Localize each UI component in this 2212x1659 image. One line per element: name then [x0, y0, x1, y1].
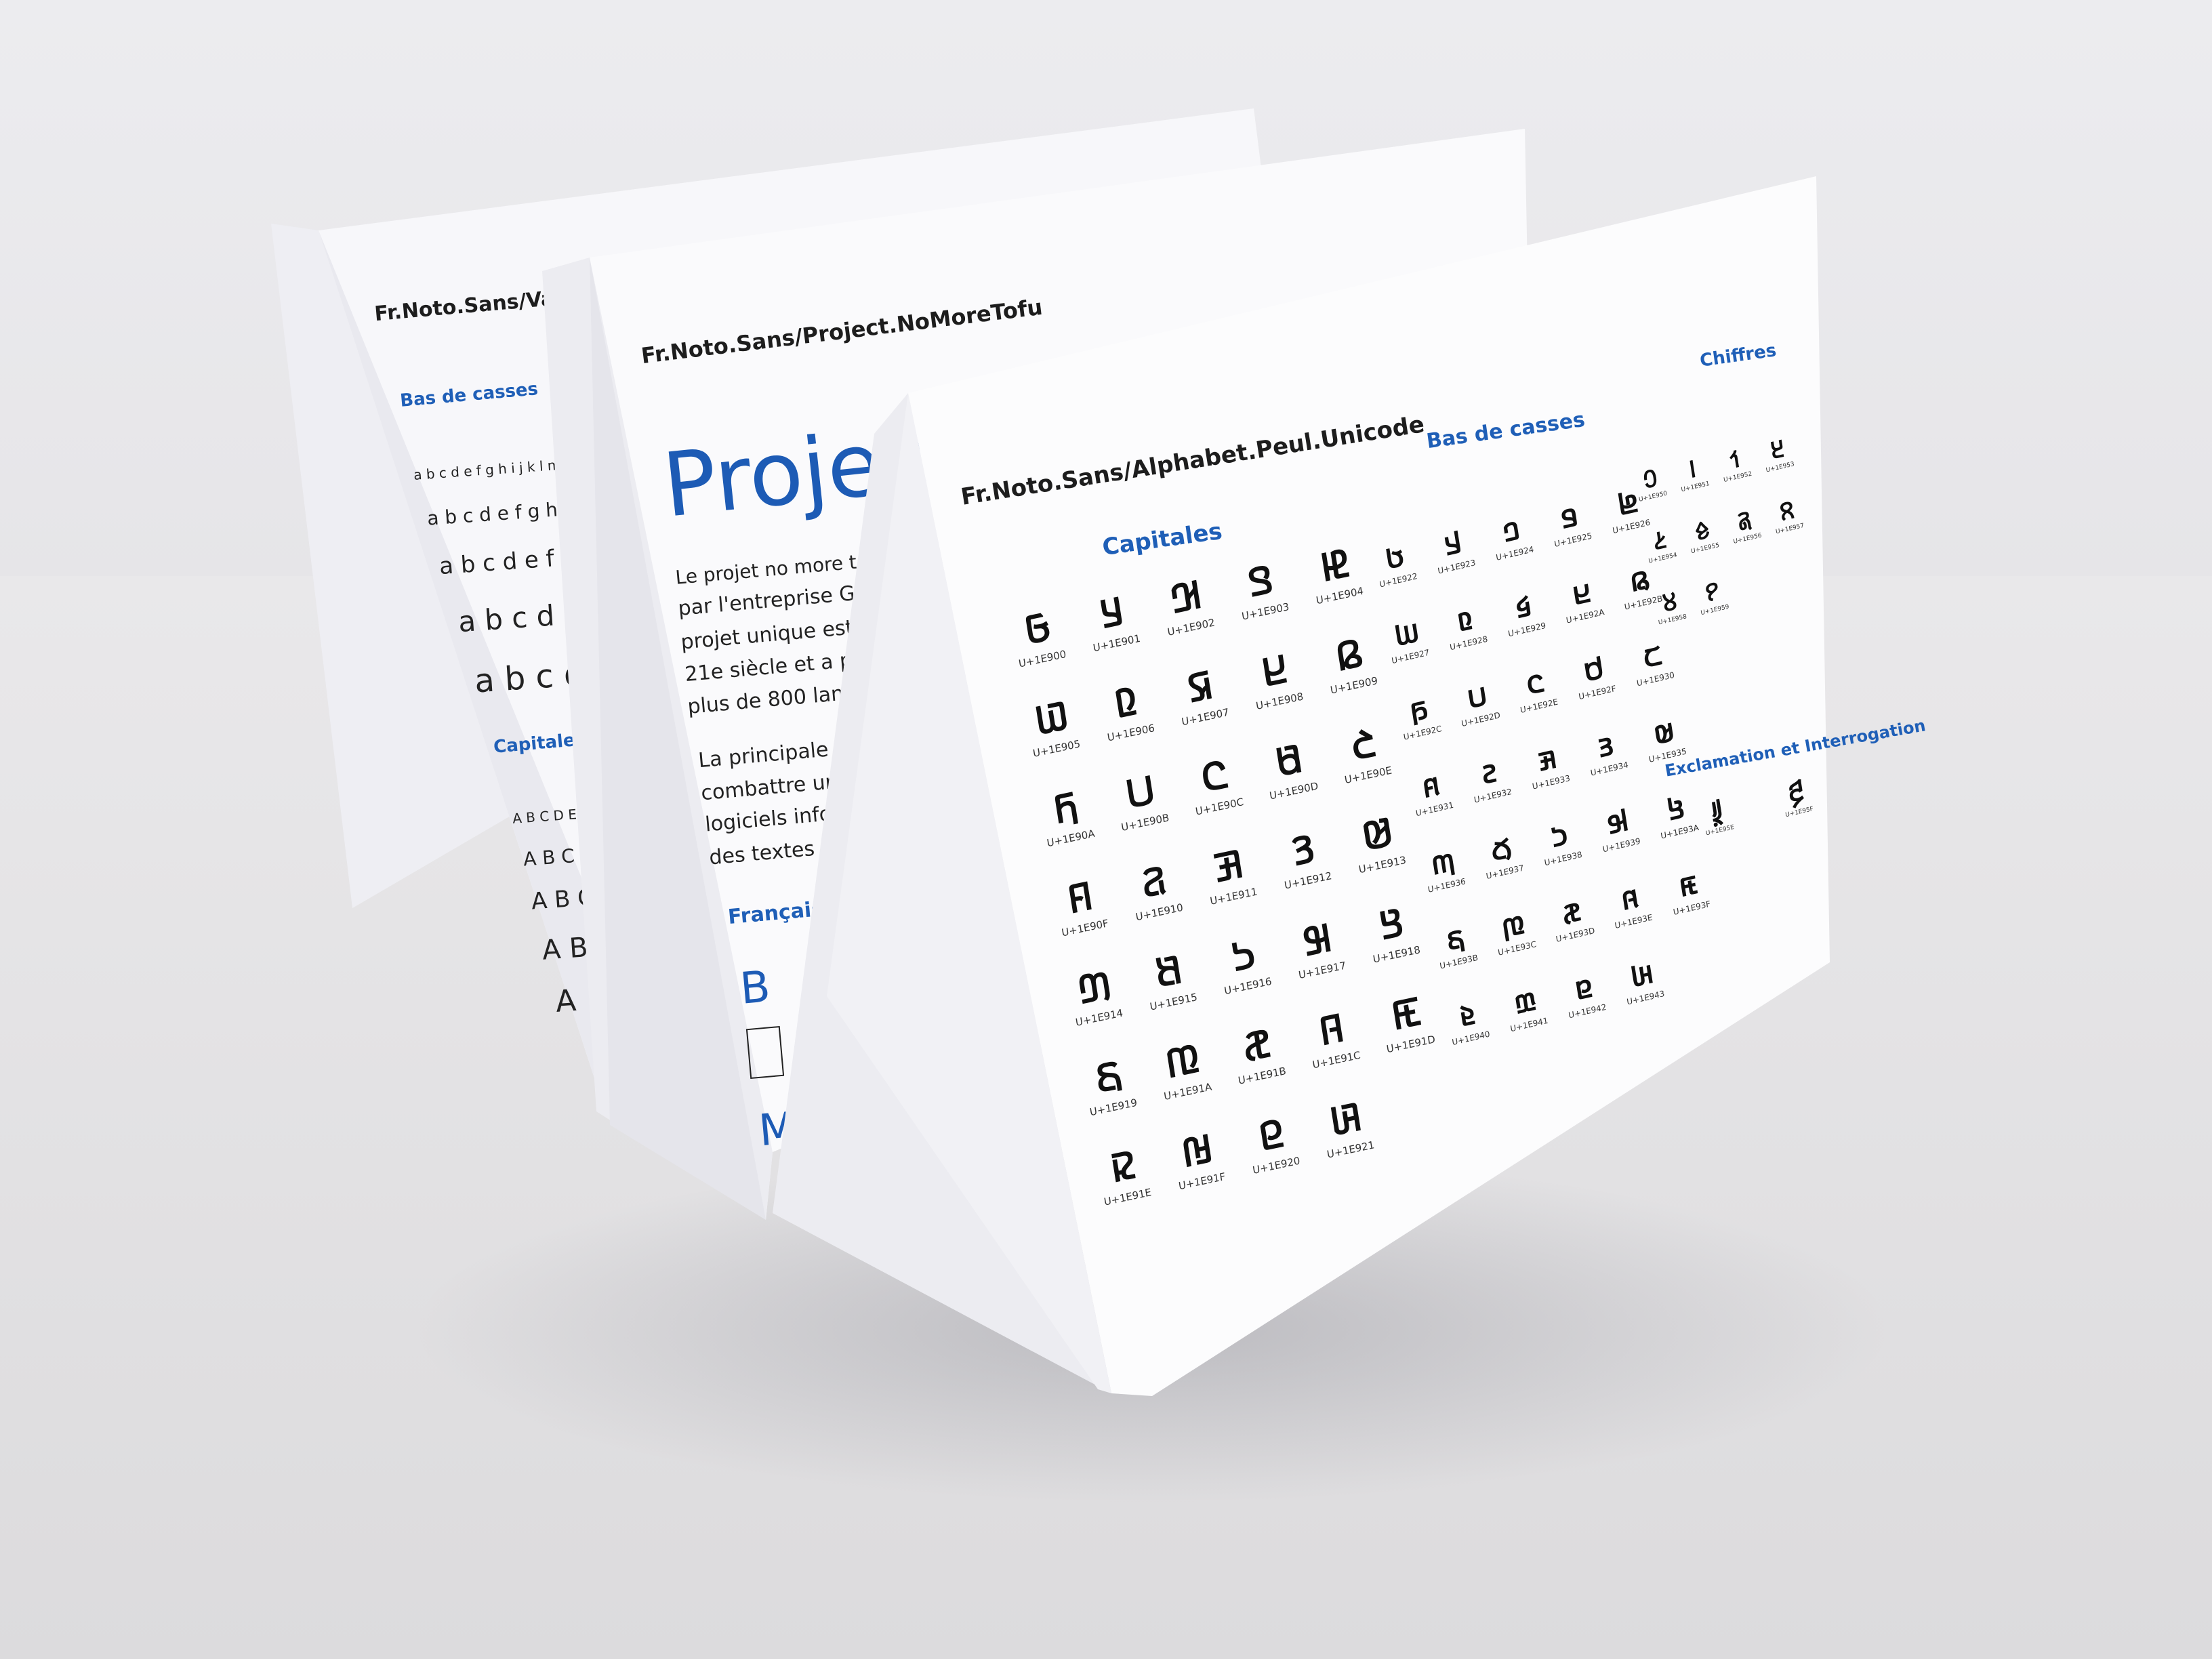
- capital-cell: 𞤈 U+1E908: [1233, 636, 1322, 742]
- capital-cell: 𞤌 U+1E90C: [1173, 742, 1262, 848]
- front-sheet: Fr.Noto.Sans/Alphabet.Peul.Unicode Capit…: [0, 0, 2212, 1659]
- capital-cell: 𞤅 U+1E905: [1010, 684, 1099, 790]
- lowercase-cell: 𞤵 U+1E935: [1631, 704, 1702, 794]
- capital-cell: 𞤔 U+1E914: [1053, 953, 1142, 1059]
- capital-cell: 𞤍 U+1E90D: [1248, 726, 1336, 832]
- capital-cell: 𞤠 U+1E920: [1230, 1101, 1319, 1206]
- capital-cell: 𞤞 U+1E91E: [1082, 1132, 1170, 1238]
- capital-cell: 𞤙 U+1E919: [1067, 1042, 1156, 1148]
- capital-cell: 𞤗 U+1E917: [1276, 905, 1365, 1011]
- capital-cell: 𞤖 U+1E916: [1202, 921, 1290, 1027]
- capital-cell: 𞤒 U+1E912: [1262, 816, 1351, 922]
- digits-grid: 𞥐 U+1E950 𞥑 U+1E951 𞥒 U+1E952 𞥓 U+1E953 𞥔 U+1E954…: [1626, 428, 1825, 652]
- capital-cell: 𞤁 U+1E901: [1071, 578, 1160, 684]
- capital-cell: 𞤇 U+1E907: [1159, 652, 1248, 758]
- capital-cell: 𞤜 U+1E91C: [1290, 995, 1379, 1101]
- lowercase-cell: 𞥃 U+1E943: [1610, 946, 1680, 1036]
- digit-cell: 𞥙 U+1E959: [1688, 571, 1740, 642]
- capital-cell: 𞤃 U+1E903: [1219, 547, 1308, 653]
- lowercase-cell: 𞤿 U+1E93F: [1656, 857, 1726, 946]
- capital-cell: 𞤡 U+1E921: [1305, 1085, 1393, 1191]
- capital-cell: 𞤟 U+1E91F: [1155, 1116, 1244, 1222]
- capital-cell: 𞤋 U+1E90B: [1099, 758, 1188, 863]
- capital-cell: 𞤚 U+1E91A: [1142, 1027, 1231, 1132]
- capital-cell: 𞤆 U+1E906: [1085, 668, 1174, 774]
- capital-cell: 𞤏 U+1E90F: [1039, 863, 1128, 969]
- capital-cell: 𞤂 U+1E902: [1145, 562, 1233, 668]
- capital-cell: 𞤛 U+1E91B: [1216, 1011, 1305, 1117]
- capital-cell: 𞤐 U+1E910: [1113, 847, 1202, 953]
- capital-cell: 𞤕 U+1E915: [1128, 937, 1216, 1043]
- capital-cell: 𞤑 U+1E911: [1187, 832, 1276, 937]
- capital-cell: 𞤀 U+1E900: [996, 594, 1085, 700]
- capital-cell: 𞤊 U+1E90A: [1025, 773, 1113, 879]
- photo-scene: Fr.Noto.Sans/Variar Bas de casses a b c …: [0, 0, 2212, 1659]
